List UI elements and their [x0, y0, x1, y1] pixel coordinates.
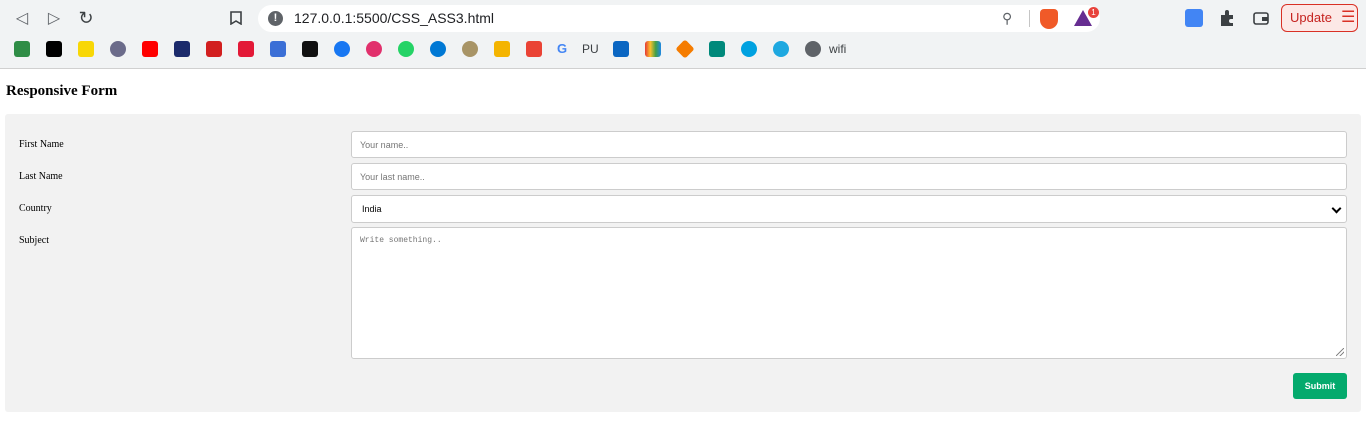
cube-icon[interactable] — [675, 39, 695, 59]
brave-shield-icon[interactable] — [1040, 9, 1058, 29]
first-name-label: First Name — [19, 139, 64, 150]
whatsapp-icon[interactable] — [398, 41, 414, 57]
chevron-down-icon — [1331, 203, 1342, 214]
submit-button[interactable]: Submit — [1293, 373, 1347, 399]
bookmark-wifi[interactable]: wifi — [829, 42, 846, 56]
dh-icon[interactable] — [174, 41, 190, 57]
last-name-input[interactable] — [351, 163, 1347, 190]
bookmark-icon[interactable] — [226, 8, 246, 28]
instagram-icon[interactable] — [366, 41, 382, 57]
wallet-icon[interactable] — [1252, 9, 1270, 27]
circle-icon[interactable] — [110, 41, 126, 57]
globe-icon[interactable] — [805, 41, 821, 57]
update-label: Update — [1290, 10, 1332, 25]
rewards-badge: 1 — [1088, 7, 1099, 18]
classroom-icon[interactable] — [494, 41, 510, 57]
medium-icon[interactable] — [302, 41, 318, 57]
facebook-icon[interactable] — [334, 41, 350, 57]
subject-textarea[interactable]: Write something.. — [351, 227, 1347, 359]
flipkart-icon[interactable] — [78, 41, 94, 57]
toi-icon[interactable] — [206, 41, 222, 57]
skype-icon[interactable] — [430, 41, 446, 57]
colorful-grid-icon[interactable] — [645, 41, 661, 57]
bookmark-pu[interactable]: PU — [582, 42, 599, 56]
zoom-icon[interactable]: ⚲ — [1002, 10, 1012, 27]
form-container: First Name Last Name Country India Subje… — [5, 114, 1361, 412]
gmail-icon[interactable] — [526, 41, 542, 57]
tesla-icon[interactable] — [238, 41, 254, 57]
menu-icon[interactable]: ☰ — [1341, 5, 1355, 31]
translate-icon[interactable] — [1185, 9, 1203, 27]
country-select[interactable]: India — [351, 195, 1347, 223]
address-url[interactable]: 127.0.0.1:5500/CSS_ASS3.html — [294, 10, 494, 26]
amazon-icon[interactable] — [46, 41, 62, 57]
youtube-icon[interactable] — [142, 41, 158, 57]
forward-icon[interactable]: ▷ — [44, 8, 64, 28]
address-divider — [1029, 10, 1030, 27]
country-label: Country — [19, 203, 52, 214]
subject-label: Subject — [19, 235, 49, 246]
salesforce-icon[interactable] — [741, 41, 757, 57]
last-name-label: Last Name — [19, 171, 63, 182]
country-value: India — [362, 204, 382, 214]
address-bar[interactable]: ! 127.0.0.1:5500/CSS_ASS3.html ⚲ 1 — [258, 5, 1100, 32]
back-icon[interactable]: ◁ — [12, 8, 32, 28]
subject-placeholder: Write something.. — [360, 236, 442, 245]
mulesoft-icon[interactable] — [773, 41, 789, 57]
emblem-icon[interactable] — [462, 41, 478, 57]
reload-icon[interactable]: ↻ — [76, 8, 96, 28]
bird-icon[interactable] — [270, 41, 286, 57]
first-name-input[interactable] — [351, 131, 1347, 158]
meet-icon[interactable] — [709, 41, 725, 57]
gfg-icon[interactable] — [14, 41, 30, 57]
google-icon[interactable]: G — [557, 41, 573, 57]
update-button[interactable]: Update ☰ — [1281, 4, 1358, 32]
linkedin-icon[interactable] — [613, 41, 629, 57]
page-title: Responsive Form — [6, 83, 118, 99]
resize-handle-icon[interactable] — [1336, 348, 1344, 356]
extensions-icon[interactable] — [1218, 9, 1236, 27]
browser-toolbar: ◁ ▷ ↻ ! 127.0.0.1:5500/CSS_ASS3.html ⚲ 1… — [0, 0, 1366, 69]
info-icon[interactable]: ! — [268, 11, 283, 26]
